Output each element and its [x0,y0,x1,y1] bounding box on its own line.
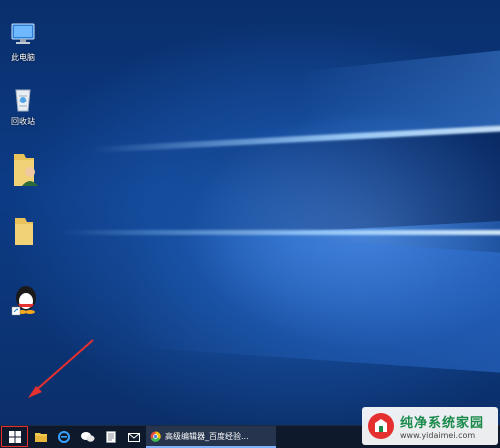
start-button[interactable] [1,426,28,447]
wechat-button[interactable] [78,426,98,448]
windows-logo-icon [8,430,21,443]
notepad-icon [106,431,116,443]
notepad-button[interactable] [101,426,121,448]
wechat-icon [81,432,95,442]
watermark-logo-icon [368,413,394,439]
watermark-url: www.yidaimei.com [400,431,476,440]
watermark-title: 纯净系统家园 [400,416,485,431]
file-explorer-icon [35,433,47,442]
browser-taskbar-window[interactable]: 高级编辑器_百度经验... [146,426,276,448]
mail-icon [128,432,140,442]
mail-button[interactable] [124,426,144,448]
browser-icon [150,430,161,442]
window-title: 高级编辑器_百度经验... [165,431,249,441]
site-watermark: 纯净系统家园 www.yidaimei.com [362,407,498,445]
internet-explorer-icon [58,431,70,443]
file-explorer-button[interactable] [31,426,51,448]
annotation-arrow [28,339,94,398]
internet-explorer-button[interactable] [54,426,74,448]
